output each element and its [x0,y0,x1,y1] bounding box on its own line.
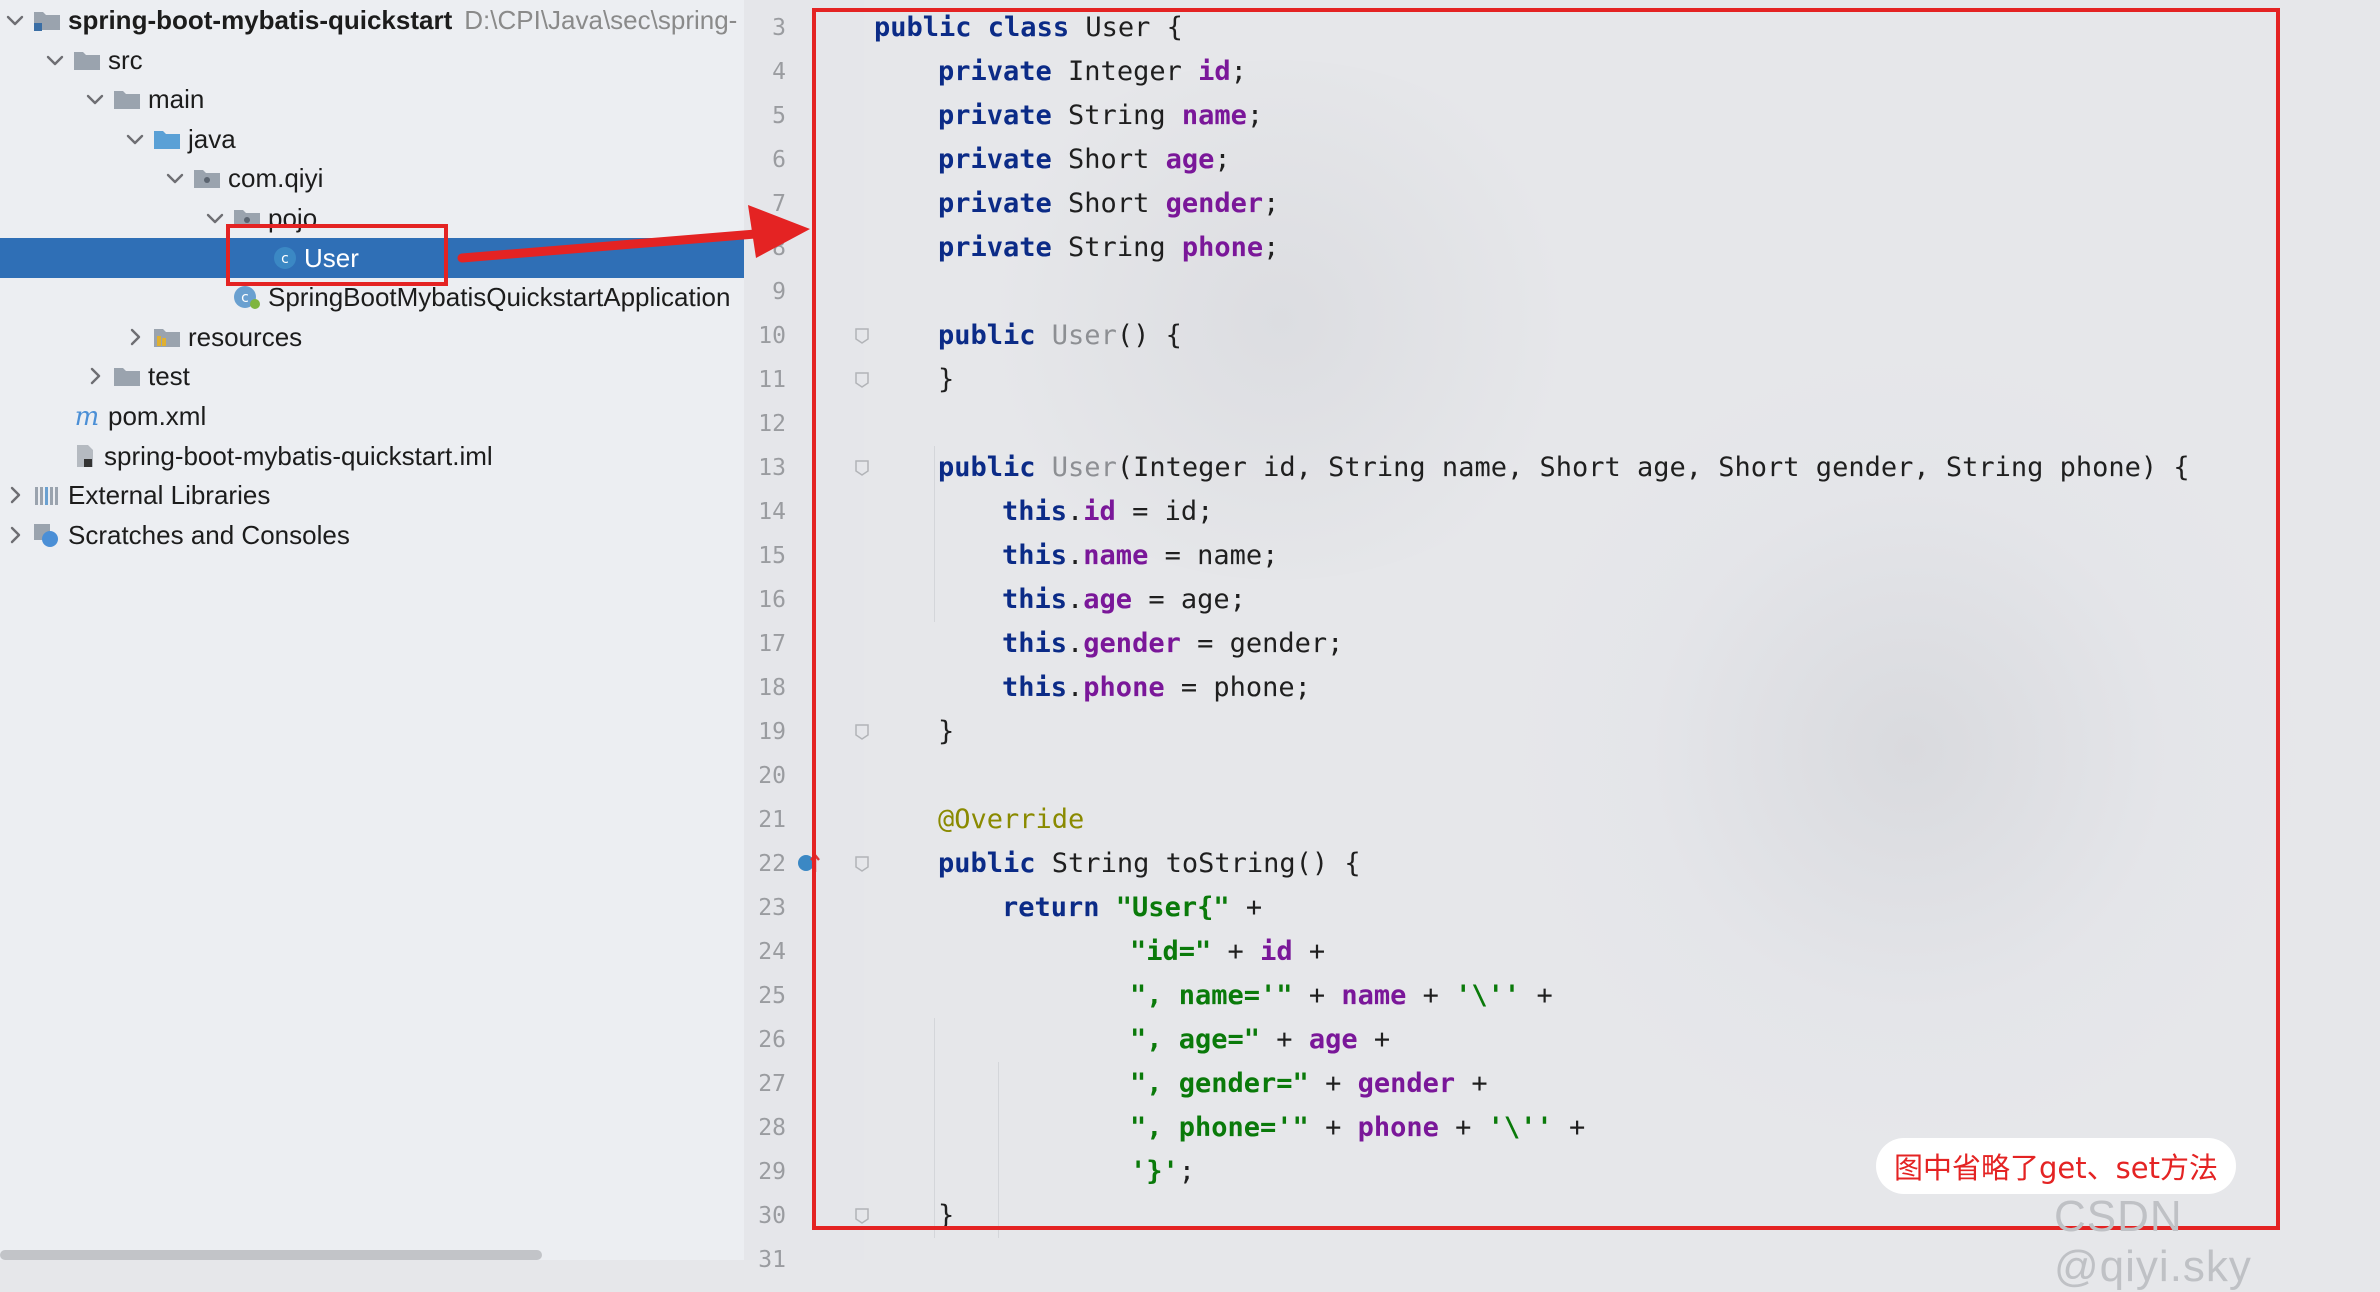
watermark: CSDN @qiyi.sky [2054,1192,2252,1291]
highlight-box-code [812,8,2280,1230]
annotation-note: 图中省略了get、set方法 [1876,1138,2236,1194]
annotation-note-text: 图中省略了get、set方法 [1894,1151,2218,1185]
highlight-box-user [226,224,448,286]
